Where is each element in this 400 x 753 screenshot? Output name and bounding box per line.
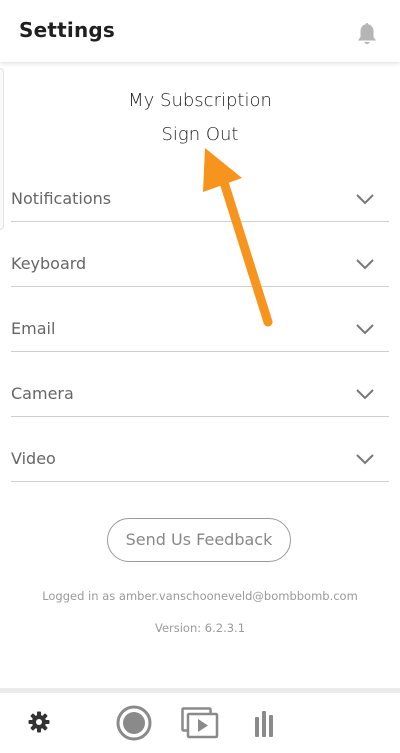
video-library-icon[interactable] [181, 707, 219, 739]
section-video[interactable]: Video [11, 441, 389, 482]
section-label: Notifications [11, 189, 112, 208]
chevron-down-icon[interactable] [355, 258, 375, 270]
section-label: Email [11, 319, 56, 338]
section-label: Keyboard [11, 254, 87, 273]
section-label: Video [11, 449, 56, 468]
section-email[interactable]: Email [11, 311, 389, 352]
sign-out-link[interactable]: Sign Out [0, 124, 400, 145]
my-subscription-link[interactable]: My Subscription [0, 90, 400, 111]
bell-icon[interactable] [355, 21, 379, 47]
header: Settings [0, 0, 400, 62]
record-icon[interactable] [115, 704, 153, 742]
bottom-tab-bar [0, 688, 400, 753]
chevron-down-icon[interactable] [355, 193, 375, 205]
section-camera[interactable]: Camera [11, 376, 389, 417]
version-text: Version: 6.2.3.1 [154, 621, 246, 635]
section-label: Camera [11, 384, 74, 403]
section-notifications[interactable]: Notifications [11, 181, 389, 222]
gear-icon[interactable] [27, 710, 51, 734]
chevron-down-icon[interactable] [355, 323, 375, 335]
send-feedback-button[interactable]: Send Us Feedback [107, 518, 291, 562]
analytics-icon[interactable] [253, 709, 275, 737]
section-keyboard[interactable]: Keyboard [11, 246, 389, 287]
chevron-down-icon[interactable] [355, 388, 375, 400]
logged-in-text: Logged in as amber.vanschooneveld@bombbo… [42, 589, 358, 603]
page-title: Settings [19, 18, 116, 42]
chevron-down-icon[interactable] [355, 453, 375, 465]
